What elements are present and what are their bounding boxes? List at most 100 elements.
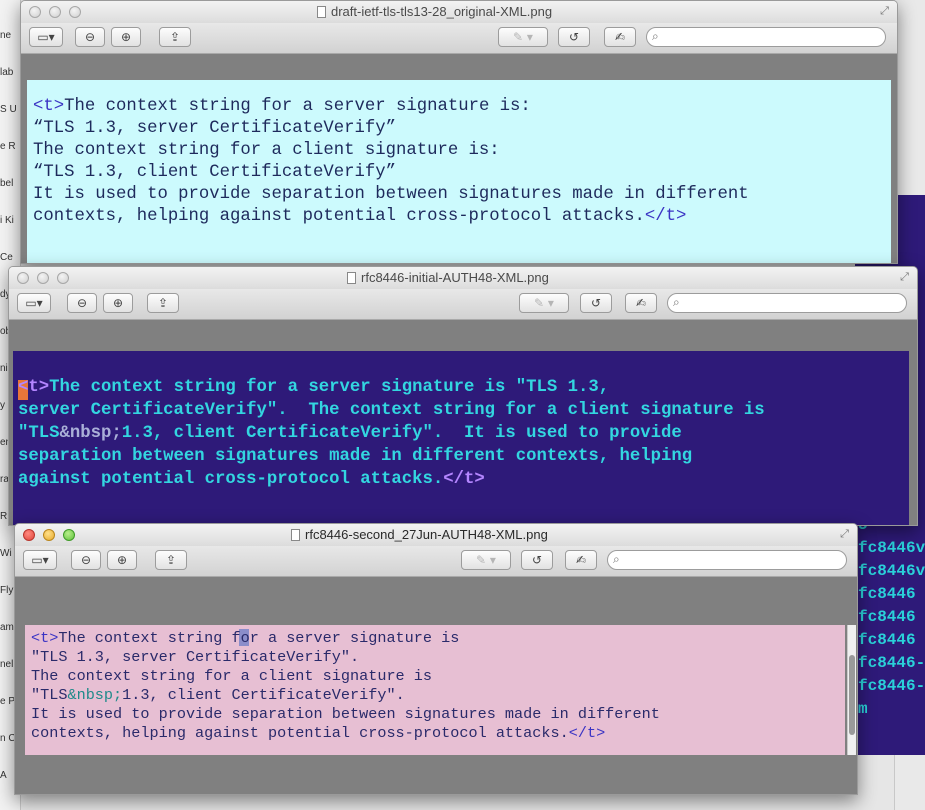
close-button[interactable]	[29, 6, 41, 18]
zoom-out-button[interactable]: ⊖	[71, 550, 101, 570]
rotate-button[interactable]: ↺	[580, 293, 612, 313]
zoom-in-button[interactable]: ⊕	[111, 27, 141, 47]
document-icon	[317, 6, 326, 18]
close-button[interactable]	[17, 272, 29, 284]
background-text-fragment: ne	[0, 30, 12, 41]
scrollbar-thumb[interactable]	[849, 655, 855, 735]
code-line: contexts, helping against potential cros…	[31, 724, 605, 742]
preview-window-initial: rfc8446-initial-AUTH48-XML.png ⤢ ▭▾ ⊖ ⊕ …	[8, 266, 918, 526]
code-line: It is used to provide separation between…	[31, 705, 660, 723]
rotate-button[interactable]: ↺	[521, 550, 553, 570]
background-text-fragment: nel	[0, 659, 14, 670]
sidebar-button[interactable]: ▭▾	[23, 550, 57, 570]
zoom-in-icon: ⊕	[120, 30, 132, 44]
code-text: It is used to provide separation between…	[31, 705, 660, 723]
sidebar-icon: ▭▾	[25, 296, 43, 310]
rotate-button[interactable]: ↺	[558, 27, 590, 47]
code-line: <t>The context string for a server signa…	[33, 97, 531, 116]
search-icon: ⌕	[673, 295, 680, 309]
background-text-fragment: e R	[0, 141, 16, 152]
zoom-button[interactable]	[57, 272, 69, 284]
code-line: The context string for a client signatur…	[33, 141, 500, 160]
markup-icon: ✎ ▾	[513, 30, 533, 44]
code-text: "TLS 1.3, server CertificateVerify".	[31, 648, 360, 666]
sidebar-button[interactable]: ▭▾	[17, 293, 51, 313]
background-text-fragment: Fly	[0, 585, 14, 596]
background-text-fragment: bel	[0, 178, 14, 189]
terminal-line: fc8446v	[858, 539, 925, 557]
share-button[interactable]: ⇪	[147, 293, 179, 313]
code-text: server CertificateVerify". The context s…	[18, 401, 765, 420]
markup-button[interactable]: ✎ ▾	[519, 293, 569, 313]
minimize-button[interactable]	[37, 272, 49, 284]
fullscreen-icon[interactable]: ⤢	[898, 271, 911, 284]
sidebar-icon: ▭▾	[31, 553, 49, 567]
minimize-button[interactable]	[43, 529, 55, 541]
code-line: "TLS&nbsp;1.3, client CertificateVerify"…	[31, 686, 405, 704]
code-text: contexts, helping against potential cros…	[33, 207, 645, 226]
terminal-line: fc8446-	[858, 677, 925, 695]
code-text: "TLS	[18, 424, 60, 443]
edit-icon: ✍	[575, 553, 587, 567]
document-icon	[291, 529, 300, 541]
window-title: rfc8446-second_27Jun-AUTH48-XML.png	[291, 527, 548, 542]
minimize-button[interactable]	[49, 6, 61, 18]
zoom-in-button[interactable]: ⊕	[107, 550, 137, 570]
edit-icon: ✍	[614, 30, 626, 44]
terminal-line: fc8446	[858, 585, 916, 603]
zoom-out-button[interactable]: ⊖	[67, 293, 97, 313]
image-area: <t>The context string for a server signa…	[9, 320, 917, 525]
background-text-fragment: y	[0, 400, 5, 411]
edit-button[interactable]: ✍	[604, 27, 636, 47]
xml-tag-close: </t>	[644, 207, 687, 226]
title-bar[interactable]: rfc8446-initial-AUTH48-XML.png ⤢	[9, 267, 917, 290]
edit-icon: ✍	[635, 296, 647, 310]
share-button[interactable]: ⇪	[159, 27, 191, 47]
background-text-fragment: am	[0, 622, 14, 633]
zoom-button[interactable]	[69, 6, 81, 18]
zoom-out-button[interactable]: ⊖	[75, 27, 105, 47]
code-line: <t>The context string for a server signa…	[31, 629, 459, 647]
search-input[interactable]: ⌕	[607, 550, 847, 570]
code-text: "TLS	[31, 686, 68, 704]
xml-screenshot-second: <t>The context string for a server signa…	[25, 625, 845, 755]
code-text: The context string for a server signatur…	[49, 378, 610, 397]
background-text-fragment: S U	[0, 104, 17, 115]
xml-entity: &nbsp;	[59, 424, 122, 443]
terminal-line: fc8446	[858, 631, 916, 649]
zoom-in-button[interactable]: ⊕	[103, 293, 133, 313]
code-text: contexts, helping against potential cros…	[31, 724, 569, 742]
fullscreen-icon[interactable]: ⤢	[878, 5, 891, 18]
code-line: contexts, helping against potential cros…	[33, 207, 686, 226]
search-input[interactable]: ⌕	[667, 293, 907, 313]
search-input[interactable]: ⌕	[646, 27, 886, 47]
terminal-line: fc8446	[858, 608, 916, 626]
sidebar-button[interactable]: ▭▾	[29, 27, 63, 47]
title-bar[interactable]: rfc8446-second_27Jun-AUTH48-XML.png ⤢	[15, 524, 857, 547]
fullscreen-icon[interactable]: ⤢	[838, 528, 851, 541]
markup-button[interactable]: ✎ ▾	[498, 27, 548, 47]
code-line: <t>The context string for a server signa…	[18, 378, 609, 397]
edit-button[interactable]: ✍	[565, 550, 597, 570]
vertical-scrollbar[interactable]	[847, 625, 856, 755]
title-bar[interactable]: draft-ietf-tls-tls13-28_original-XML.png…	[21, 1, 897, 24]
zoom-button[interactable]	[63, 529, 75, 541]
close-button[interactable]	[23, 529, 35, 541]
rotate-icon: ↺	[590, 296, 602, 310]
xml-entity: &nbsp;	[67, 686, 123, 704]
zoom-out-icon: ⊖	[80, 553, 92, 567]
sidebar-icon: ▭▾	[37, 30, 55, 44]
code-line: It is used to provide separation between…	[33, 185, 749, 204]
markup-button[interactable]: ✎ ▾	[461, 550, 511, 570]
code-line: server CertificateVerify". The context s…	[18, 401, 765, 420]
code-text: “TLS 1.3, client CertificateVerify”	[33, 163, 396, 182]
markup-icon: ✎ ▾	[534, 296, 554, 310]
share-button[interactable]: ⇪	[155, 550, 187, 570]
edit-button[interactable]: ✍	[625, 293, 657, 313]
rotate-icon: ↺	[568, 30, 580, 44]
xml-tag-open: <t>	[31, 629, 59, 647]
code-text: 1.3, client CertificateVerify". It is us…	[121, 424, 682, 443]
toolbar: ▭▾ ⊖ ⊕ ⇪ ✎ ▾ ↺ ✍ ⌕	[9, 289, 917, 320]
code-text: The context string for a client signatur…	[31, 667, 433, 685]
share-icon: ⇪	[157, 296, 169, 310]
